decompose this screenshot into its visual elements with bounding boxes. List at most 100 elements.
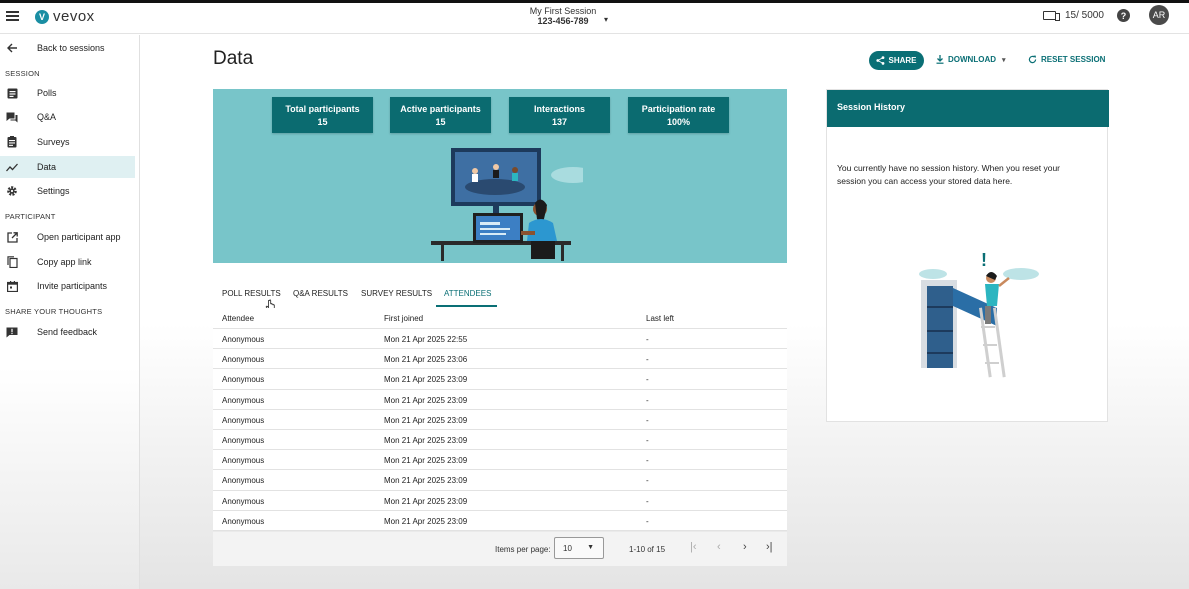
devices-icon: [1043, 11, 1060, 21]
sidebar-item-invite-participants[interactable]: Invite participants: [0, 275, 135, 297]
sidebar-item-label: Q&A: [37, 112, 57, 122]
download-button[interactable]: DOWNLOAD ▾: [936, 55, 1006, 64]
cell-attendee: Anonymous: [222, 395, 265, 405]
tab-attendees[interactable]: ATTENDEES: [444, 289, 491, 298]
section-share-thoughts: SHARE YOUR THOUGHTS: [5, 307, 103, 316]
sidebar-item-label: Settings: [37, 186, 70, 196]
page-range: 1-10 of 15: [629, 545, 666, 554]
session-history-title: Session History: [827, 90, 1109, 127]
tab-poll-results[interactable]: POLL RESULTS: [222, 289, 281, 298]
copy-icon: [6, 256, 18, 268]
back-to-sessions-label: Back to sessions: [37, 43, 105, 53]
logo[interactable]: V vevox: [35, 8, 95, 25]
table-row: Anonymous Mon 21 Apr 2025 23:09 -: [213, 490, 787, 511]
sidebar-item-copy-app-link[interactable]: Copy app link: [0, 251, 135, 273]
sidebar-item-send-feedback[interactable]: Send feedback: [0, 321, 135, 343]
top-bar: V vevox My First Session 123-456-789 ▾ 1…: [0, 3, 1189, 34]
external-link-icon: [6, 231, 18, 243]
column-header-attendee[interactable]: Attendee: [222, 314, 254, 323]
section-participant: PARTICIPANT: [5, 212, 56, 221]
cell-attendee: Anonymous: [222, 456, 265, 466]
sidebar-item-open-participant-app[interactable]: Open participant app: [0, 226, 135, 248]
column-header-first-joined[interactable]: First joined: [384, 314, 423, 323]
cell-last-left: -: [646, 456, 649, 466]
sidebar-item-data[interactable]: Data: [0, 156, 135, 178]
active-tab-indicator: [436, 305, 497, 307]
cell-attendee: Anonymous: [222, 435, 265, 445]
refresh-icon: [1028, 55, 1037, 64]
sidebar-item-label: Open participant app: [37, 232, 121, 242]
table-row: Anonymous Mon 21 Apr 2025 23:09 -: [213, 510, 787, 531]
table-row: Anonymous Mon 21 Apr 2025 23:09 -: [213, 450, 787, 471]
cell-first-joined: Mon 21 Apr 2025 23:09: [384, 375, 468, 385]
arrow-left-icon: [6, 42, 18, 54]
cell-first-joined: Mon 21 Apr 2025 23:09: [384, 415, 468, 425]
avatar[interactable]: AR: [1149, 5, 1169, 25]
table-row: Anonymous Mon 21 Apr 2025 22:55 -: [213, 329, 787, 350]
reset-session-button[interactable]: RESET SESSION: [1028, 55, 1105, 64]
cell-last-left: -: [646, 355, 649, 365]
calendar-icon: [6, 280, 18, 292]
session-selector[interactable]: My First Session 123-456-789: [520, 6, 606, 26]
help-icon[interactable]: ?: [1117, 9, 1130, 22]
cell-last-left: -: [646, 375, 649, 385]
table-row: Anonymous Mon 21 Apr 2025 23:09 -: [213, 429, 787, 451]
page-title: Data: [213, 48, 254, 69]
session-code: 123-456-789: [537, 16, 589, 26]
stat-label: Active participants: [400, 104, 481, 114]
session-history-panel: Session History You currently have no se…: [826, 89, 1109, 422]
session-history-empty-text: You currently have no session history. W…: [837, 163, 1061, 186]
column-header-last-left[interactable]: Last left: [646, 314, 674, 323]
feedback-icon: [6, 326, 18, 338]
cell-attendee: Anonymous: [222, 335, 265, 344]
table-row: Anonymous Mon 21 Apr 2025 23:09 -: [213, 470, 787, 491]
back-to-sessions[interactable]: Back to sessions: [0, 37, 135, 59]
last-page-icon[interactable]: ›|: [766, 541, 773, 553]
next-page-icon[interactable]: ›: [743, 541, 747, 553]
cell-attendee: Anonymous: [222, 355, 265, 365]
stat-interactions: Interactions 137: [509, 97, 610, 133]
cell-last-left: -: [646, 415, 649, 425]
stat-value: 137: [551, 117, 568, 127]
session-name: My First Session: [529, 6, 597, 16]
sidebar-item-settings[interactable]: Settings: [0, 180, 135, 202]
stat-value: 15: [317, 117, 328, 127]
chevron-down-icon: ▾: [1002, 56, 1006, 64]
svg-text:!: !: [981, 250, 987, 270]
sidebar-item-polls[interactable]: Polls: [0, 82, 135, 104]
table-row: Anonymous Mon 21 Apr 2025 23:06 -: [213, 349, 787, 370]
sidebar-item-qa[interactable]: Q&A: [0, 106, 135, 128]
sidebar-item-label: Polls: [37, 88, 57, 98]
meeting-illustration: [431, 148, 583, 261]
cell-first-joined: Mon 21 Apr 2025 23:09: [384, 476, 468, 486]
previous-page-icon[interactable]: ‹: [717, 541, 721, 553]
cell-first-joined: Mon 21 Apr 2025 23:09: [384, 496, 468, 506]
results-tabs: POLL RESULTS Q&A RESULTS SURVEY RESULTS …: [213, 285, 787, 307]
sidebar-item-label: Data: [37, 162, 57, 172]
cell-attendee: Anonymous: [222, 476, 265, 486]
tab-survey-results[interactable]: SURVEY RESULTS: [361, 289, 432, 298]
table-row: Anonymous Mon 21 Apr 2025 23:09 -: [213, 389, 787, 410]
stat-value: 15: [435, 117, 446, 127]
chevron-down-icon[interactable]: ▾: [604, 15, 608, 24]
gear-icon: [6, 185, 18, 197]
logo-mark-icon: V: [35, 9, 49, 24]
stat-active-participants: Active participants 15: [390, 97, 491, 133]
download-icon: [936, 55, 944, 64]
participants-count: 15/ 5000: [1065, 10, 1104, 21]
sidebar-item-surveys[interactable]: Surveys: [0, 131, 135, 153]
filing-cabinet-illustration: !: [919, 250, 1039, 378]
menu-icon[interactable]: [6, 11, 19, 21]
share-button[interactable]: SHARE: [869, 51, 924, 70]
table-row: Anonymous Mon 21 Apr 2025 23:09 -: [213, 369, 787, 390]
first-page-icon[interactable]: |‹: [690, 541, 697, 553]
stats-hero-banner: Total participants 15 Active participant…: [213, 89, 787, 263]
items-per-page-select[interactable]: 10 ▼: [554, 537, 604, 559]
cell-last-left: -: [646, 435, 649, 445]
cell-last-left: -: [646, 395, 649, 405]
cell-first-joined: Mon 21 Apr 2025 23:09: [384, 395, 468, 405]
stat-total-participants: Total participants 15: [272, 97, 373, 133]
tab-qa-results[interactable]: Q&A RESULTS: [293, 289, 348, 298]
items-per-page-value: 10: [563, 544, 572, 553]
cell-attendee: Anonymous: [222, 496, 265, 506]
